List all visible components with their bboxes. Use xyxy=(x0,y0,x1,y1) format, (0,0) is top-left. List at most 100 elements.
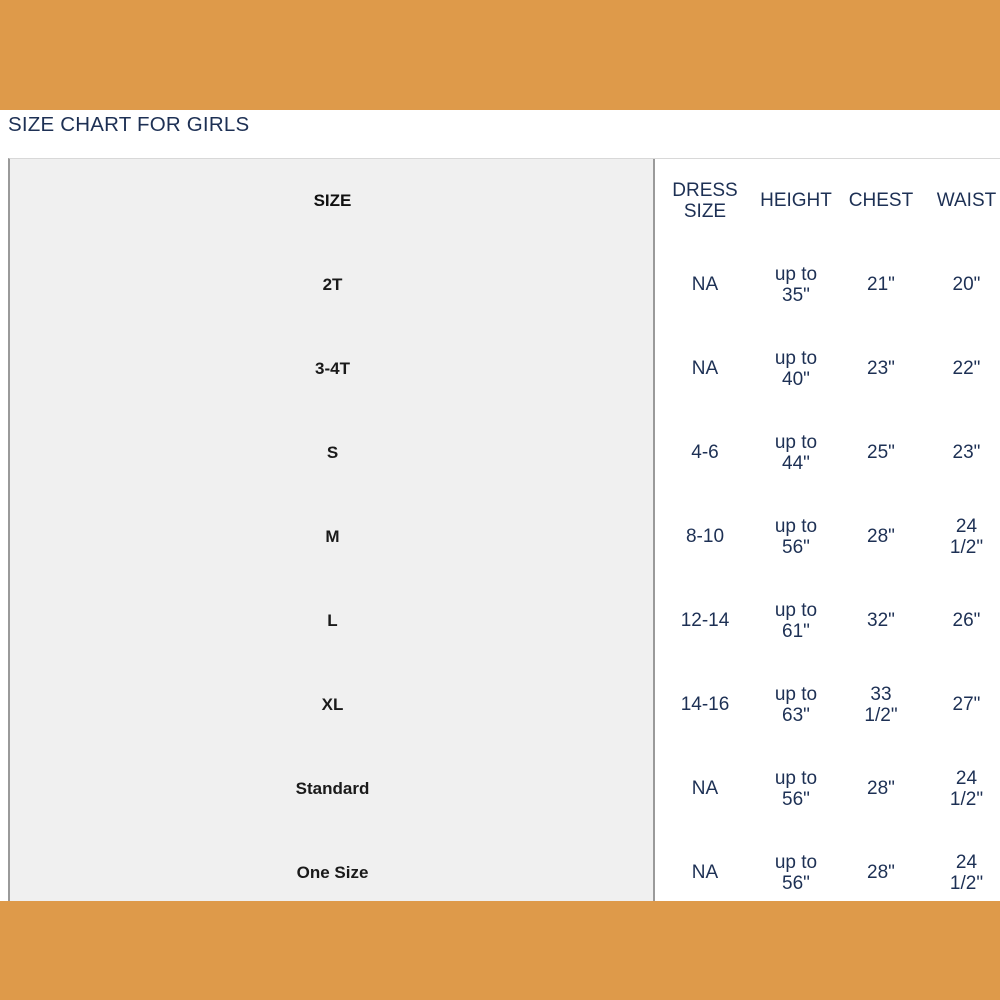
cell-size: XL xyxy=(321,695,344,715)
cell-dress-size-line1: NA xyxy=(691,274,719,296)
header-waist: WAIST xyxy=(936,190,997,212)
cell-waist: 24 1/2" xyxy=(923,831,1000,901)
cell-waist: 23" xyxy=(923,411,1000,495)
cell-chest: 23" xyxy=(839,327,923,411)
cell-height: up to 56" xyxy=(753,747,839,831)
cell-waist-line1: 20" xyxy=(952,274,981,296)
table-row: 3-4T NA up to 40" 23" 22" xyxy=(10,327,1000,411)
cell-size: S xyxy=(326,443,339,463)
cell-chest: 25" xyxy=(839,411,923,495)
cell-dress-size: 4-6 xyxy=(657,411,753,495)
page-title: SIZE CHART FOR GIRLS xyxy=(8,113,250,136)
cell-height: up to 40" xyxy=(753,327,839,411)
cell-chest-line2: 1/2" xyxy=(864,705,898,726)
cell-size: Standard xyxy=(295,779,370,799)
header-dress-size-line2: SIZE xyxy=(683,201,727,222)
cell-height: up to 61" xyxy=(753,579,839,663)
header-size: SIZE xyxy=(313,191,352,211)
table-row: Standard NA up to 56" 28" 24 1/2" xyxy=(10,747,1000,831)
table-row: XL 14-16 up to 63" 33 1/2" 27" xyxy=(10,663,1000,747)
cell-waist-line1: 23" xyxy=(952,442,981,464)
cell-dress-size-line1: 4-6 xyxy=(691,442,719,464)
size-chart-table: SIZE DRESS SIZE HEIGHT CHEST WAIST 2T NA u… xyxy=(8,158,1000,901)
cell-height-line1: up to xyxy=(774,347,818,369)
cell-size: M xyxy=(325,527,340,547)
table-row: M 8-10 up to 56" 28" 24 1/2" xyxy=(10,495,1000,579)
cell-chest: 32" xyxy=(839,579,923,663)
bottom-orange-band xyxy=(0,901,1000,1000)
cell-dress-size-line1: 12-14 xyxy=(680,610,730,632)
cell-dress-size: 8-10 xyxy=(657,495,753,579)
header-dress-size-line1: DRESS xyxy=(672,179,738,201)
header-height: HEIGHT xyxy=(760,190,832,212)
cell-height: up to 44" xyxy=(753,411,839,495)
cell-dress-size: NA xyxy=(657,747,753,831)
table-row: 2T NA up to 35" 21" 20" xyxy=(10,243,1000,327)
cell-size: L xyxy=(327,611,338,631)
table-row: S 4-6 up to 44" 25" 23" xyxy=(10,411,1000,495)
cell-dress-size: NA xyxy=(657,243,753,327)
cell-height: up to 35" xyxy=(753,243,839,327)
cell-waist: 24 1/2" xyxy=(923,747,1000,831)
cell-chest: 21" xyxy=(839,243,923,327)
cell-waist-line2: 1/2" xyxy=(949,537,984,558)
cell-dress-size-line1: NA xyxy=(691,862,719,884)
cell-chest: 28" xyxy=(839,831,923,901)
cell-height-line1: up to xyxy=(774,515,818,537)
cell-height-line1: up to xyxy=(774,431,818,453)
cell-height-line2: 56" xyxy=(782,537,810,558)
cell-size: One Size xyxy=(296,863,369,883)
cell-chest: 28" xyxy=(839,495,923,579)
cell-waist-line1: 22" xyxy=(952,358,981,380)
cell-chest-line1: 21" xyxy=(867,274,895,296)
cell-chest-line1: 23" xyxy=(867,358,895,380)
cell-chest-line1: 25" xyxy=(867,442,895,464)
cell-waist-line1: 24 xyxy=(955,851,978,873)
cell-height-line2: 35" xyxy=(782,285,810,306)
cell-waist-line2: 1/2" xyxy=(949,789,984,810)
cell-height-line2: 63" xyxy=(782,705,810,726)
cell-size: 2T xyxy=(322,275,343,295)
cell-height-line2: 56" xyxy=(782,873,810,894)
cell-waist: 20" xyxy=(923,243,1000,327)
cell-chest: 28" xyxy=(839,747,923,831)
cell-waist-line1: 24 xyxy=(955,515,978,537)
cell-chest-line1: 28" xyxy=(867,526,895,548)
cell-height-line1: up to xyxy=(774,683,818,705)
cell-waist: 22" xyxy=(923,327,1000,411)
cell-waist: 26" xyxy=(923,579,1000,663)
table-row: One Size NA up to 56" 28" 24 1/2" xyxy=(10,831,1000,901)
cell-height: up to 63" xyxy=(753,663,839,747)
cell-height-line1: up to xyxy=(774,851,818,873)
cell-height: up to 56" xyxy=(753,495,839,579)
cell-waist-line1: 27" xyxy=(952,694,981,716)
top-orange-band xyxy=(0,0,1000,110)
cell-dress-size: NA xyxy=(657,327,753,411)
cell-waist: 27" xyxy=(923,663,1000,747)
cell-height-line2: 40" xyxy=(782,369,810,390)
cell-dress-size-line1: 14-16 xyxy=(680,694,730,716)
cell-height-line1: up to xyxy=(774,263,818,285)
cell-height-line2: 44" xyxy=(782,453,810,474)
cell-height-line2: 61" xyxy=(782,621,810,642)
cell-chest-line1: 28" xyxy=(867,778,895,800)
cell-size: 3-4T xyxy=(315,359,350,379)
cell-waist-line2: 1/2" xyxy=(949,873,984,894)
cell-dress-size-line1: 8-10 xyxy=(685,526,725,548)
cell-chest-line1: 28" xyxy=(867,862,895,884)
cell-waist-line1: 26" xyxy=(952,610,981,632)
cell-dress-size: 14-16 xyxy=(657,663,753,747)
cell-height: up to 56" xyxy=(753,831,839,901)
header-dress-size: DRESS SIZE xyxy=(657,159,753,243)
cell-dress-size-line1: NA xyxy=(691,778,719,800)
size-chart-page: SIZE CHART FOR GIRLS SIZE DRESS SIZE HEI… xyxy=(0,0,1000,1000)
cell-height-line1: up to xyxy=(774,767,818,789)
header-chest: CHEST xyxy=(848,190,914,212)
cell-height-line2: 56" xyxy=(782,789,810,810)
cell-height-line1: up to xyxy=(774,599,818,621)
cell-dress-size: 12-14 xyxy=(657,579,753,663)
cell-chest-line1: 33 xyxy=(870,683,892,705)
cell-dress-size: NA xyxy=(657,831,753,901)
cell-chest: 33 1/2" xyxy=(839,663,923,747)
table-header-row: SIZE DRESS SIZE HEIGHT CHEST WAIST xyxy=(10,159,1000,243)
